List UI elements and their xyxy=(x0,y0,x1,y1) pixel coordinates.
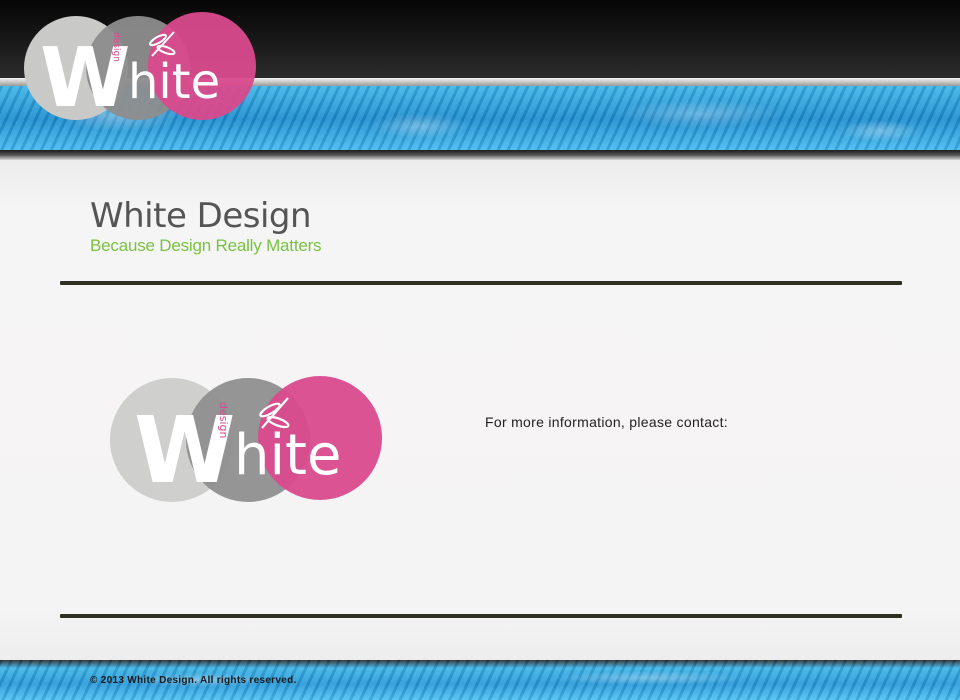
footer-copyright: © 2013 White Design. All rights reserved… xyxy=(90,675,297,686)
logo-word: hite xyxy=(234,423,341,488)
header-logo[interactable]: W hite design xyxy=(18,10,258,126)
main-logo: W hite design xyxy=(106,374,386,508)
brand-title: White Design xyxy=(90,196,312,236)
logo-word: hite xyxy=(128,54,220,110)
brand-tagline: Because Design Really Matters xyxy=(90,236,322,255)
divider-top xyxy=(60,281,902,285)
contact-text: For more information, please contact: xyxy=(485,414,728,430)
header-bottom-edge xyxy=(0,150,960,160)
logo-small-text: design xyxy=(217,402,230,439)
divider-bottom xyxy=(60,614,902,618)
logo-small-text: design xyxy=(111,32,121,62)
